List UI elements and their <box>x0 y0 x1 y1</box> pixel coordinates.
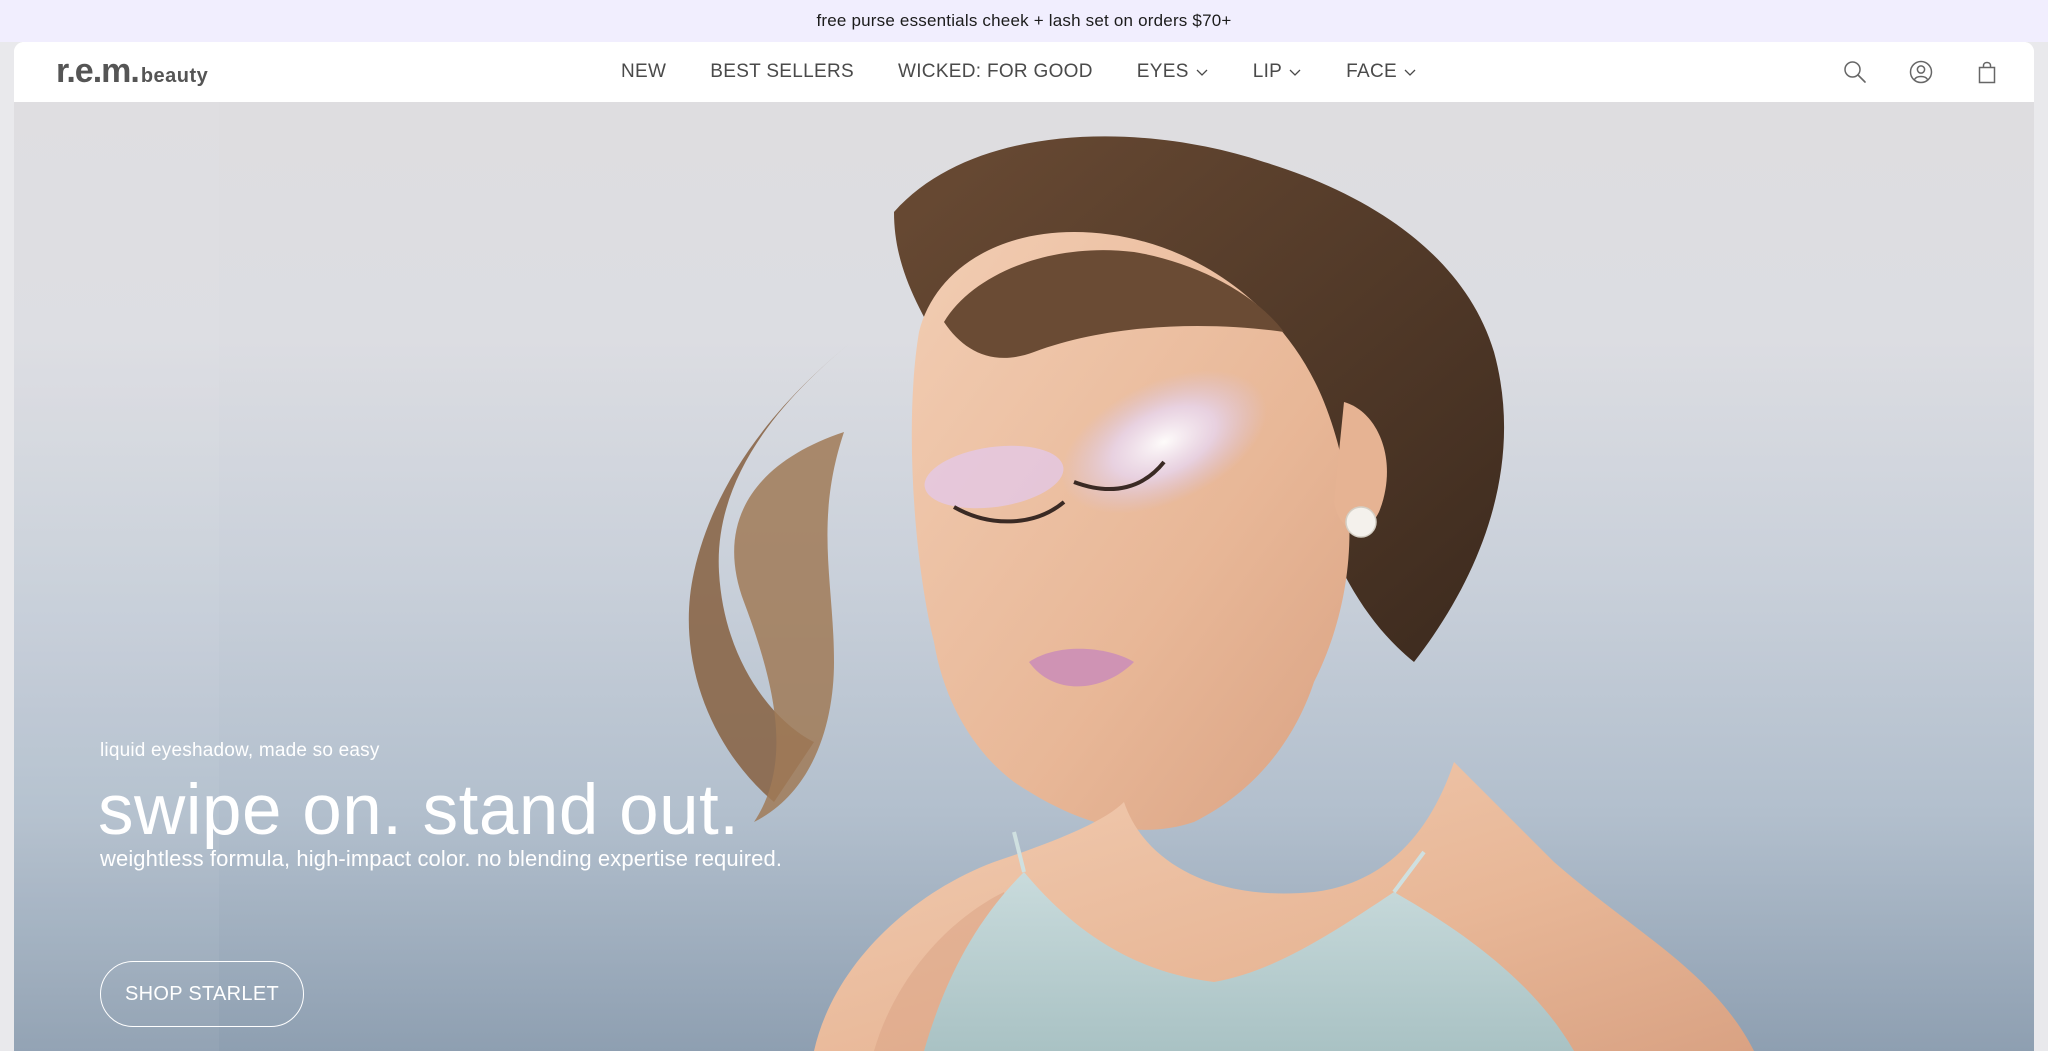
hero-banner: liquid eyeshadow, made so easy swipe on.… <box>14 102 2034 1051</box>
nav-item-face[interactable]: FACE <box>1346 61 1417 83</box>
cart-icon[interactable] <box>1974 59 2000 85</box>
main-nav: NEW BEST SELLERS WICKED: FOR GOOD EYES L… <box>14 42 2029 102</box>
account-icon[interactable] <box>1908 59 1934 85</box>
nav-item-label: BEST SELLERS <box>710 61 854 82</box>
header-actions <box>1842 42 2000 102</box>
nav-item-label: LIP <box>1252 61 1283 82</box>
nav-item-lip[interactable]: LIP <box>1253 61 1302 83</box>
hero-copy: liquid eyeshadow, made so easy swipe on.… <box>98 102 1000 1051</box>
page-frame: r.e.m. beauty NEW BEST SELLERS WICKED: F… <box>14 42 2034 1051</box>
search-icon[interactable] <box>1842 59 1868 85</box>
nav-item-label: EYES <box>1136 61 1189 82</box>
nav-item-label: WICKED: FOR GOOD <box>897 61 1093 82</box>
hero-headline: swipe on. stand out. <box>98 771 740 850</box>
nav-item-wicked-for-good[interactable]: WICKED: FOR GOOD <box>898 61 1093 83</box>
shop-starlet-button[interactable]: SHOP STARLET <box>100 961 304 1027</box>
announcement-text: free purse essentials cheek + lash set o… <box>816 11 1232 30</box>
nav-item-label: FACE <box>1346 61 1397 82</box>
announcement-bar: free purse essentials cheek + lash set o… <box>0 0 2048 42</box>
chevron-down-icon <box>1404 69 1416 76</box>
nav-item-label: NEW <box>621 61 667 82</box>
hero-eyebrow: liquid eyeshadow, made so easy <box>100 740 380 761</box>
nav-item-eyes[interactable]: EYES <box>1137 61 1209 83</box>
site-header: r.e.m. beauty NEW BEST SELLERS WICKED: F… <box>14 42 2034 102</box>
chevron-down-icon <box>1289 69 1301 76</box>
nav-item-best-sellers[interactable]: BEST SELLERS <box>710 61 854 83</box>
nav-item-new[interactable]: NEW <box>621 61 666 83</box>
hero-subhead: weightless formula, high-impact color. n… <box>100 846 783 871</box>
chevron-down-icon <box>1196 69 1208 76</box>
